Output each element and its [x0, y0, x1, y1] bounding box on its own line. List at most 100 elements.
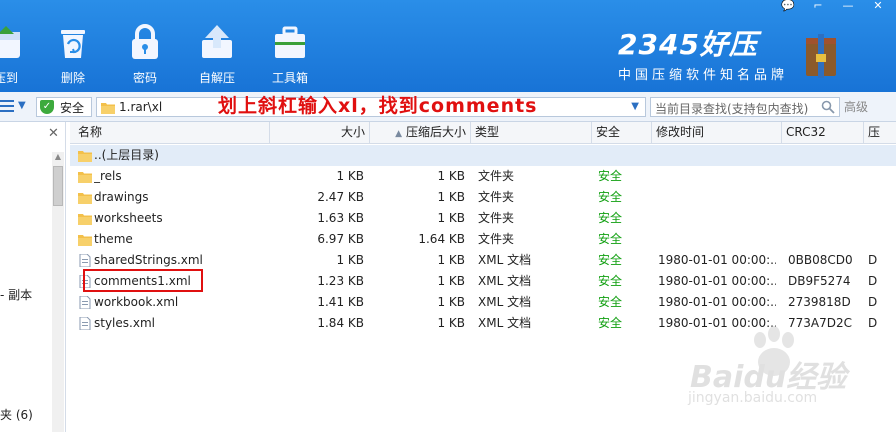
file-packed-size: 1 KB [437, 253, 465, 267]
file-type: XML 文档 [478, 295, 532, 309]
file-type: 文件夹 [478, 232, 515, 246]
file-type: XML 文档 [478, 316, 532, 330]
safety-badge[interactable]: ✓ 安全 [36, 97, 92, 117]
menu-caret-icon[interactable]: ▼ [18, 100, 26, 111]
watermark-url: jingyan.baidu.com [688, 390, 818, 406]
baidu-watermark: Baidu经验 jingyan.baidu.com [676, 326, 894, 430]
password-button[interactable]: 密码 [117, 22, 173, 88]
tree-item-folder[interactable]: 夹 (6) [0, 406, 33, 423]
file-modified [658, 229, 776, 250]
skin-icon[interactable]: ⌐ [808, 0, 828, 14]
column-type[interactable]: 类型 [471, 122, 592, 144]
file-type: XML 文档 [478, 253, 532, 267]
main-toolbar: 💬 ⌐ — ✕ 压到 删除 密码 [0, 0, 896, 92]
highlight-box [83, 269, 203, 292]
file-crc32 [788, 166, 860, 187]
column-packed-label: 压缩后大小 [405, 125, 466, 139]
toolbox-button[interactable]: 工具箱 [262, 22, 318, 88]
file-modified [658, 208, 776, 229]
self-extract-button[interactable]: 自解压 [189, 22, 245, 88]
instruction-annotation: 划上斜杠输入xl，找到comments [218, 95, 538, 117]
file-crc32: 2739818D [788, 295, 851, 309]
toolbox-icon [275, 26, 305, 58]
file-name: worksheets [94, 211, 163, 225]
search-icon[interactable] [821, 100, 835, 114]
shield-icon: ✓ [40, 100, 54, 114]
password-label: 密码 [132, 71, 157, 85]
file-extra [868, 187, 894, 208]
file-name: _rels [94, 169, 122, 183]
file-extra: D [868, 295, 878, 309]
file-extra: D [868, 253, 878, 267]
scroll-up-icon[interactable]: ▲ [52, 152, 64, 164]
file-size: 2.47 KB [317, 190, 364, 204]
path-text: 1.rar\xl [119, 100, 163, 114]
table-row[interactable]: workbook.xml 1.41 KB 1 KB XML 文档 安全 1980-01-0… [70, 292, 896, 313]
compress-to-button[interactable]: 压到 [0, 22, 34, 88]
column-safety[interactable]: 安全 [592, 122, 652, 144]
file-crc32 [788, 229, 860, 250]
table-row[interactable]: drawings 2.47 KB 1 KB 文件夹 安全 [70, 187, 896, 208]
scroll-thumb[interactable] [53, 166, 63, 206]
column-size[interactable]: 大小 [270, 122, 370, 144]
file-name: drawings [94, 190, 149, 204]
parent-directory-row[interactable]: ..(上层目录) [70, 145, 896, 166]
file-safety: 安全 [598, 295, 623, 309]
file-crc32: 0BB08CD0 [788, 253, 853, 267]
column-modified[interactable]: 修改时间 [652, 122, 782, 144]
minimize-icon[interactable]: — [838, 0, 858, 14]
search-input[interactable]: 当前目录查找(支持包内查找) [650, 97, 840, 117]
file-type: 文件夹 [478, 169, 515, 183]
file-size: 1.84 KB [317, 316, 364, 330]
self-extract-label: 自解压 [198, 71, 235, 85]
xml-file-icon [79, 317, 91, 330]
tree-item-copy[interactable]: - 副本 [0, 286, 32, 303]
column-crc32[interactable]: CRC32 [782, 122, 864, 144]
file-type: XML 文档 [478, 274, 532, 288]
delete-label: 删除 [60, 71, 85, 85]
xml-file-icon [79, 254, 91, 267]
file-modified: 1980-01-01 00:00:... [658, 295, 776, 309]
file-extra: D [868, 274, 878, 288]
column-name[interactable]: 名称 [70, 122, 270, 144]
folder-icon [78, 151, 92, 162]
file-size: 1.23 KB [317, 274, 364, 288]
folder-tree-panel: ✕ ▲ - 副本 夹 (6) [0, 122, 66, 432]
file-packed-size: 1 KB [437, 295, 465, 309]
path-dropdown-icon[interactable]: ▼ [631, 101, 639, 112]
brand-slogan: 中国压缩软件知名品牌 [618, 68, 789, 83]
feedback-icon[interactable]: 💬 [778, 0, 798, 14]
file-extra [868, 208, 894, 229]
file-packed-size: 1 KB [437, 316, 465, 330]
delete-button[interactable]: 删除 [45, 22, 101, 88]
tree-scrollbar[interactable]: ▲ [52, 152, 64, 432]
search-placeholder: 当前目录查找(支持包内查找) [655, 102, 809, 116]
file-packed-size: 1 KB [437, 190, 465, 204]
table-header: 名称 大小 ▲ 压缩后大小 类型 安全 修改时间 CRC32 压 [70, 122, 896, 144]
advanced-search-button[interactable]: 高级 [844, 98, 868, 115]
file-safety: 安全 [598, 316, 623, 330]
file-modified [658, 187, 776, 208]
close-icon[interactable]: ✕ [868, 0, 888, 14]
table-row[interactable]: sharedStrings.xml 1 KB 1 KB XML 文档 安全 1980-01… [70, 250, 896, 271]
column-extra[interactable]: 压 [864, 122, 896, 144]
file-size: 1 KB [336, 253, 364, 267]
folder-icon [78, 235, 92, 246]
table-row[interactable]: theme 6.97 KB 1.64 KB 文件夹 安全 [70, 229, 896, 250]
file-name: sharedStrings.xml [94, 253, 203, 267]
file-type: 文件夹 [478, 190, 515, 204]
file-type: 文件夹 [478, 211, 515, 225]
file-name: styles.xml [94, 316, 155, 330]
close-panel-icon[interactable]: ✕ [48, 126, 59, 141]
file-modified: 1980-01-01 00:00:... [658, 274, 776, 288]
sort-ascending-icon: ▲ [395, 129, 402, 139]
table-row[interactable]: _rels 1 KB 1 KB 文件夹 安全 [70, 166, 896, 187]
lock-icon [132, 24, 158, 59]
file-modified: 1980-01-01 00:00:... [658, 253, 776, 267]
table-row[interactable]: worksheets 1.63 KB 1 KB 文件夹 安全 [70, 208, 896, 229]
folder-icon [78, 193, 92, 204]
window-controls: 💬 ⌐ — ✕ [778, 0, 896, 14]
file-size: 1.41 KB [317, 295, 364, 309]
menu-icon[interactable] [0, 100, 14, 112]
column-packed-size[interactable]: ▲ 压缩后大小 [370, 122, 471, 144]
